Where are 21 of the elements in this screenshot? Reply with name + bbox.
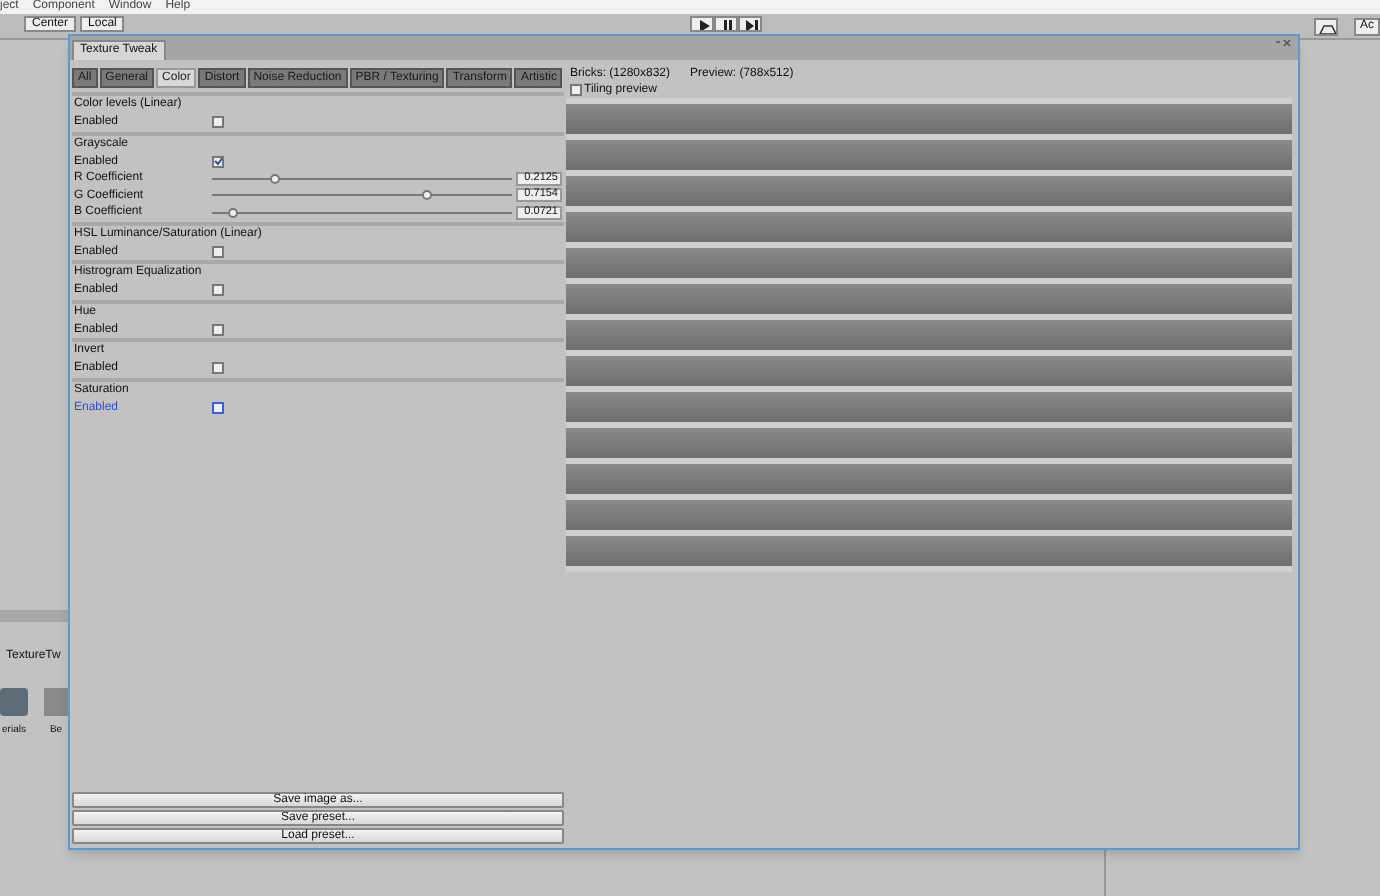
slider[interactable] [212, 173, 512, 184]
checkbox[interactable] [212, 284, 224, 297]
slider-thumb[interactable] [421, 190, 432, 201]
close-icon[interactable] [1274, 38, 1292, 52]
checkbox[interactable] [212, 245, 224, 258]
slider[interactable] [212, 190, 512, 201]
material-thumbnail[interactable] [0, 688, 28, 716]
panel-header [0, 610, 68, 622]
slider-thumb[interactable] [270, 173, 281, 184]
play-icon[interactable] [690, 16, 714, 32]
slider-thumb[interactable] [228, 207, 239, 218]
pause-icon[interactable] [714, 16, 738, 32]
checkbox[interactable] [212, 155, 224, 168]
checkbox[interactable] [212, 362, 224, 375]
tiling-preview-checkbox[interactable] [570, 84, 582, 96]
checkbox[interactable] [212, 116, 224, 129]
checkbox[interactable] [212, 323, 224, 336]
checkbox[interactable] [212, 401, 224, 414]
step-icon[interactable] [738, 16, 762, 32]
slider[interactable] [212, 207, 512, 218]
image-thumbnail[interactable] [44, 688, 68, 716]
